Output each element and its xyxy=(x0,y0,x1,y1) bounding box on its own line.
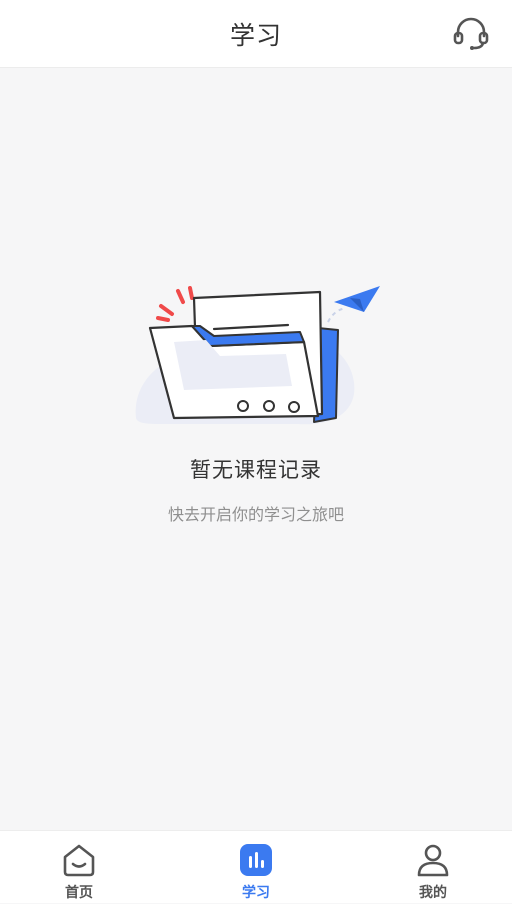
folder-dot xyxy=(237,400,249,412)
bottom-tab-bar: 首页 学习 我的 xyxy=(0,830,512,903)
headset-icon xyxy=(453,17,489,50)
plane-trail xyxy=(327,307,347,323)
header-bar: 学习 xyxy=(0,0,512,68)
sparkle-mark xyxy=(156,316,170,322)
empty-title: 暂无课程记录 xyxy=(190,458,322,482)
customer-support-button[interactable] xyxy=(452,14,490,52)
page-title: 学习 xyxy=(229,21,282,50)
tab-label-home: 首页 xyxy=(65,885,93,901)
sparkle-mark xyxy=(176,289,185,304)
tab-mine[interactable]: 我的 xyxy=(373,831,493,904)
tab-study[interactable]: 学习 xyxy=(196,831,316,904)
sparkle-mark xyxy=(159,304,174,316)
folder-dot xyxy=(263,400,275,412)
tab-label-mine: 我的 xyxy=(419,885,447,901)
home-icon xyxy=(63,844,95,877)
empty-folder-illustration xyxy=(128,286,384,432)
sparkle-mark xyxy=(188,286,194,300)
empty-subtitle: 快去开启你的学习之旅吧 xyxy=(167,505,344,524)
user-icon xyxy=(417,844,449,877)
tab-label-study: 学习 xyxy=(242,885,270,901)
folder-dot xyxy=(288,401,300,413)
tab-home[interactable]: 首页 xyxy=(19,831,139,904)
empty-state: 暂无课程记录 快去开启你的学习之旅吧 xyxy=(0,68,512,830)
study-chart-icon xyxy=(240,844,272,876)
